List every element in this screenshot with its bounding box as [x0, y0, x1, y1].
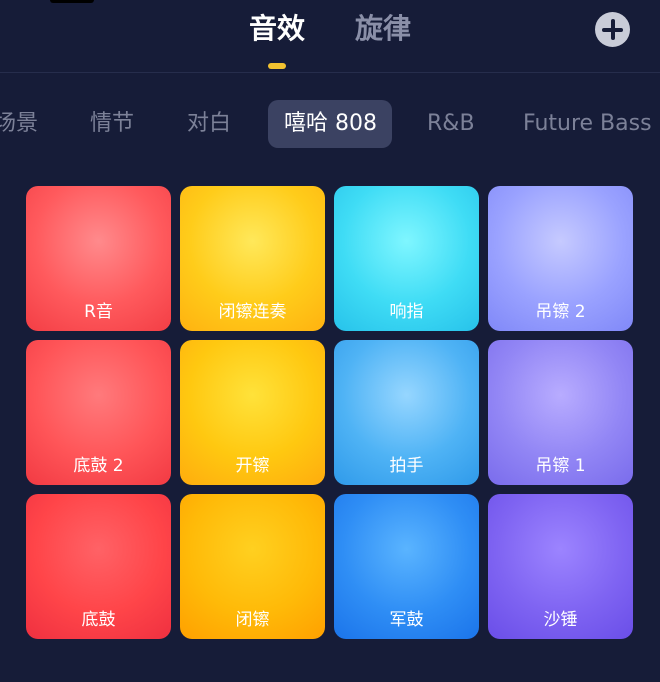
pad-label: 闭镲连奏 — [218, 302, 287, 322]
category-scene[interactable]: 场景 — [0, 100, 38, 148]
pad-label: 拍手 — [389, 456, 424, 476]
tab-sound-effects[interactable]: 音效 — [249, 12, 305, 46]
pad-label: 军鼓 — [389, 610, 424, 630]
pad-label: 闭镲 — [235, 610, 270, 630]
category-rnb[interactable]: R&B — [427, 100, 475, 148]
active-tab-indicator — [268, 63, 286, 69]
sound-pad[interactable]: 闭镲连奏 — [180, 186, 325, 331]
category-bar: 场景 情节 对白 嘻哈 808 R&B Future Bass — [0, 100, 660, 148]
pad-label: 吊镲 2 — [535, 302, 586, 322]
plus-circle-icon[interactable] — [595, 12, 630, 47]
pad-label: 底鼓 — [81, 610, 116, 630]
pad-label: 响指 — [389, 302, 424, 322]
category-hiphop-808[interactable]: 嘻哈 808 — [268, 100, 392, 148]
category-future-bass[interactable]: Future Bass — [523, 100, 652, 148]
category-dialogue[interactable]: 对白 — [187, 100, 231, 148]
sound-pad[interactable]: 拍手 — [334, 340, 479, 485]
pad-label: 底鼓 2 — [73, 456, 124, 476]
sound-pad[interactable]: 吊镲 1 — [488, 340, 633, 485]
sound-pad[interactable]: 响指 — [334, 186, 479, 331]
pad-label: R音 — [84, 302, 113, 322]
category-plot[interactable]: 情节 — [90, 100, 134, 148]
sound-pad[interactable]: R音 — [26, 186, 171, 331]
pad-label: 沙锤 — [543, 610, 578, 630]
header-divider — [0, 72, 660, 73]
pad-label: 开镲 — [235, 456, 270, 476]
pad-label: 吊镲 1 — [535, 456, 586, 476]
sound-pad[interactable]: 沙锤 — [488, 494, 633, 639]
sound-pad[interactable]: 闭镲 — [180, 494, 325, 639]
sound-pad[interactable]: 底鼓 2 — [26, 340, 171, 485]
sound-pad[interactable]: 底鼓 — [26, 494, 171, 639]
tab-melody[interactable]: 旋律 — [355, 12, 411, 46]
sound-pad[interactable]: 军鼓 — [334, 494, 479, 639]
sound-pad[interactable]: 开镲 — [180, 340, 325, 485]
mode-tabs: 音效 旋律 — [0, 0, 660, 72]
sound-pad[interactable]: 吊镲 2 — [488, 186, 633, 331]
